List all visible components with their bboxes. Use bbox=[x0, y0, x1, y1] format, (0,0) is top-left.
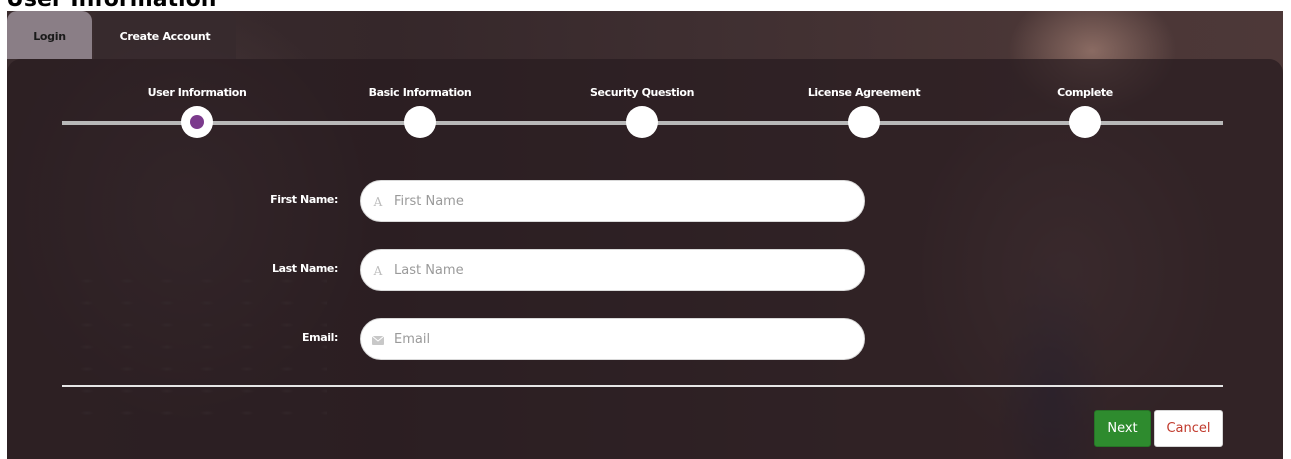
last-name-row: Last Name: A bbox=[7, 249, 1283, 293]
first-name-label: First Name: bbox=[270, 193, 338, 206]
step-dot-license-agreement bbox=[848, 106, 880, 138]
email-label: Email: bbox=[302, 331, 338, 344]
step-dot-complete bbox=[1069, 106, 1101, 138]
last-name-label: Last Name: bbox=[271, 262, 338, 275]
progress-steps: User Information Basic Information Secur… bbox=[7, 11, 1283, 141]
first-name-field-box[interactable]: A bbox=[360, 180, 865, 222]
first-name-input[interactable] bbox=[394, 181, 844, 221]
step-dot-security-question bbox=[626, 106, 658, 138]
last-name-input[interactable] bbox=[394, 250, 844, 290]
text-a-icon: A bbox=[373, 195, 383, 209]
email-field-box[interactable] bbox=[360, 318, 865, 360]
email-row: Email: bbox=[7, 318, 1283, 362]
text-a-icon: A bbox=[373, 264, 383, 278]
step-label-complete: Complete bbox=[1057, 86, 1113, 99]
last-name-field-box[interactable]: A bbox=[360, 249, 865, 291]
create-account-panel: Login Create Account User Information Ba… bbox=[7, 11, 1283, 459]
step-dot-user-information bbox=[181, 106, 213, 138]
email-input[interactable] bbox=[394, 319, 844, 359]
step-label-basic-information: Basic Information bbox=[368, 86, 472, 99]
step-label-user-information: User Information bbox=[147, 86, 247, 99]
step-dot-basic-information bbox=[404, 106, 436, 138]
step-label-license-agreement: License Agreement bbox=[807, 86, 921, 99]
first-name-row: First Name: A bbox=[7, 180, 1283, 224]
step-label-security-question: Security Question bbox=[590, 86, 694, 99]
next-button[interactable]: Next bbox=[1094, 410, 1151, 447]
envelope-icon bbox=[371, 332, 385, 348]
cancel-button[interactable]: Cancel bbox=[1154, 410, 1223, 447]
form-divider bbox=[62, 385, 1223, 387]
